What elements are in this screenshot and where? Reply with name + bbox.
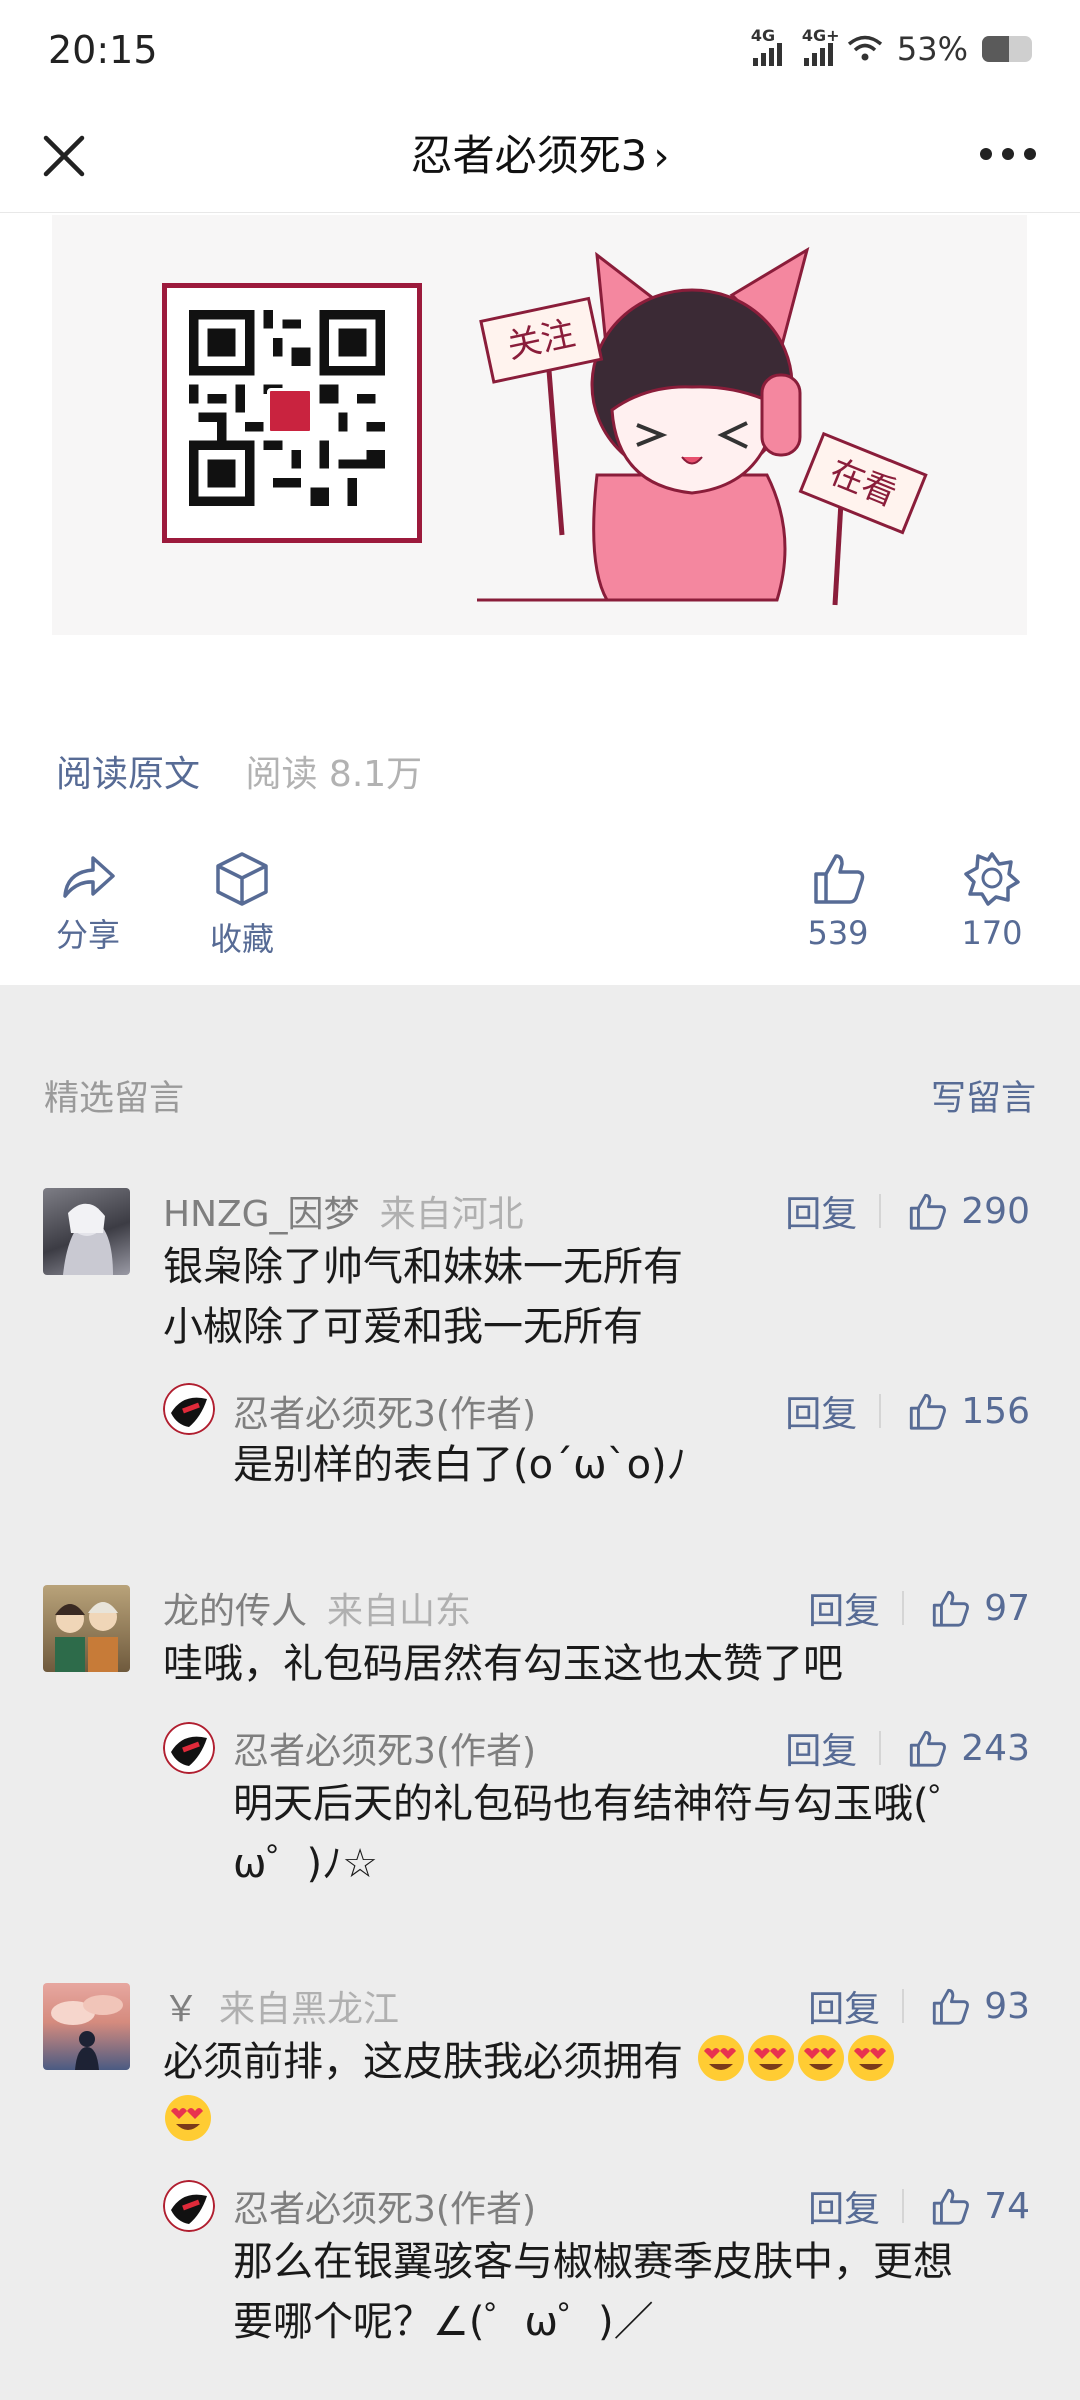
- comment-username: ￥ 来自黑龙江: [163, 1980, 399, 2032]
- signal-icon: 4G+: [802, 26, 840, 66]
- reply-text-line: 明天后天的礼包码也有结神符与勾玉哦(゜: [233, 1781, 969, 1827]
- heart-eyes-emoji-icon: [747, 2035, 794, 2081]
- author-avatar[interactable]: [163, 1722, 215, 1774]
- avatar[interactable]: [43, 1983, 130, 2070]
- article-area: 20:15 4G 4G+ 53% 忍者必须死3 › 关注 在看 阅读原文 阅读 …: [0, 0, 1080, 985]
- favorite-button[interactable]: 收藏: [182, 850, 302, 960]
- reply-button[interactable]: 回复: [808, 1582, 880, 1634]
- username-text: HNZG_因梦: [163, 1194, 360, 1235]
- network-type-label: 4G+: [801, 26, 840, 45]
- author-avatar[interactable]: [163, 2180, 215, 2232]
- comment-actions: 回复 97: [808, 1582, 1030, 1634]
- thumbs-up-icon[interactable]: [907, 1391, 947, 1431]
- battery-percent: 53%: [896, 30, 968, 68]
- like-count: 539: [807, 914, 869, 952]
- chevron-right-icon: ›: [653, 134, 670, 180]
- reply-like-count: 156: [961, 1390, 1030, 1432]
- wow-button[interactable]: 170: [932, 850, 1052, 952]
- read-original-link[interactable]: 阅读原文: [56, 754, 200, 795]
- share-button[interactable]: 分享: [28, 850, 148, 956]
- heart-eyes-emoji-icon: [797, 2035, 844, 2081]
- reply-actions: 回复 243: [785, 1722, 1030, 1774]
- reply-like-count: 243: [961, 1727, 1030, 1769]
- battery-icon: [982, 36, 1032, 62]
- reply-like-count: 74: [984, 2185, 1030, 2227]
- more-options-icon[interactable]: [980, 142, 1040, 166]
- reply-actions: 回复 74: [808, 2180, 1030, 2232]
- read-count: 阅读 8.1万: [245, 754, 423, 795]
- comment-username: 龙的传人 来自山东: [163, 1582, 471, 1634]
- status-time: 20:15: [48, 28, 158, 72]
- author-name: 忍者必须死3(作者): [233, 1394, 536, 1435]
- comment-text: 必须前排，这皮肤我必须拥有: [163, 2032, 1003, 2152]
- comment-text: 哇哦，礼包码居然有勾玉这也太赞了吧: [163, 1641, 843, 1687]
- comment-text-line: 必须前排，这皮肤我必须拥有: [163, 2039, 683, 2085]
- location-text: 来自河北: [379, 1194, 524, 1235]
- status-bar: 20:15 4G 4G+ 53%: [0, 0, 1080, 100]
- reply-text-line: 那么在银翼骇客与椒椒赛季皮肤中，更想: [233, 2239, 953, 2285]
- qr-code: [162, 283, 422, 543]
- thumbs-up-icon[interactable]: [930, 2186, 970, 2226]
- comment-like-count: 290: [961, 1190, 1030, 1232]
- wifi-icon: [847, 35, 882, 61]
- share-label: 分享: [55, 916, 120, 954]
- like-button[interactable]: 539: [778, 850, 898, 952]
- reply-actions: 回复 156: [785, 1385, 1030, 1437]
- account-name: 忍者必须死3: [410, 131, 648, 180]
- reply-button[interactable]: 回复: [785, 1185, 857, 1237]
- favorite-label: 收藏: [209, 920, 274, 958]
- comments-header: 精选留言 写留言: [44, 1070, 1036, 1120]
- comment-text-line: 小椒除了可爱和我一无所有: [163, 1304, 643, 1350]
- wow-icon: [964, 852, 1020, 906]
- avatar[interactable]: [43, 1188, 130, 1275]
- username-text: ￥: [163, 1989, 200, 2030]
- reply-text-line: 要哪个呢？∠(゜ω゜)／: [233, 2299, 654, 2345]
- thumbs-up-icon[interactable]: [907, 1728, 947, 1768]
- cube-icon: [216, 852, 268, 906]
- author-avatar[interactable]: [163, 1383, 215, 1435]
- author-name: 忍者必须死3(作者): [233, 2189, 536, 2230]
- comment-text: 银枭除了帅气和妹妹一无所有 小椒除了可爱和我一无所有: [163, 1237, 1003, 1357]
- comment-username: HNZG_因梦 来自河北: [163, 1185, 524, 1237]
- heart-eyes-emoji-icon: [697, 2035, 744, 2081]
- location-text: 来自黑龙江: [219, 1989, 400, 2030]
- reply-button[interactable]: 回复: [808, 2180, 880, 2232]
- thumbs-up-icon[interactable]: [930, 1986, 970, 2026]
- write-comment-button[interactable]: 写留言: [931, 1070, 1036, 1121]
- author-name: 忍者必须死3(作者): [233, 1731, 536, 1772]
- reply-button[interactable]: 回复: [785, 1722, 857, 1774]
- status-icons: 4G 4G+ 53%: [751, 26, 1032, 68]
- nav-bar: 忍者必须死3 ›: [0, 100, 1080, 213]
- article-footer-links: 阅读原文 阅读 8.1万: [56, 745, 422, 797]
- comment-like-count: 93: [984, 1985, 1030, 2027]
- heart-eyes-emoji-icon: [847, 2035, 894, 2081]
- avatar[interactable]: [43, 1585, 130, 1672]
- account-title[interactable]: 忍者必须死3 ›: [0, 122, 1080, 183]
- comment-actions: 回复 93: [808, 1980, 1030, 2032]
- article-actions: 分享 收藏 539 170: [0, 850, 1080, 970]
- thumbs-up-icon[interactable]: [930, 1588, 970, 1628]
- heart-eyes-emoji-icon: [165, 2095, 211, 2141]
- article-image: 关注 在看: [52, 215, 1027, 635]
- reply-text-line: ω゜)ﾉ☆: [233, 1841, 378, 1887]
- username-text: 龙的传人: [163, 1591, 308, 1632]
- author-reply-text: 是别样的表白了(o´ω`o)ﾉ: [233, 1442, 687, 1488]
- comment-text-line: 银枭除了帅气和妹妹一无所有: [163, 1244, 683, 1290]
- comment-actions: 回复 290: [785, 1185, 1030, 1237]
- mascot-illustration: 关注 在看: [477, 246, 928, 606]
- author-reply-text: 明天后天的礼包码也有结神符与勾玉哦(゜ ω゜)ﾉ☆: [233, 1774, 1033, 1894]
- signal-icon: 4G: [751, 26, 782, 66]
- featured-comments-heading: 精选留言: [44, 1079, 185, 1119]
- reply-button[interactable]: 回复: [785, 1385, 857, 1437]
- thumbs-up-icon[interactable]: [907, 1191, 947, 1231]
- comment-like-count: 97: [984, 1587, 1030, 1629]
- author-reply-text: 那么在银翼骇客与椒椒赛季皮肤中，更想 要哪个呢？∠(゜ω゜)／: [233, 2232, 1033, 2352]
- network-type-label: 4G: [750, 26, 776, 45]
- reply-button[interactable]: 回复: [808, 1980, 880, 2032]
- thumbs-up-icon: [814, 854, 865, 904]
- share-icon: [63, 856, 115, 898]
- location-text: 来自山东: [327, 1591, 472, 1632]
- wow-count: 170: [961, 914, 1023, 952]
